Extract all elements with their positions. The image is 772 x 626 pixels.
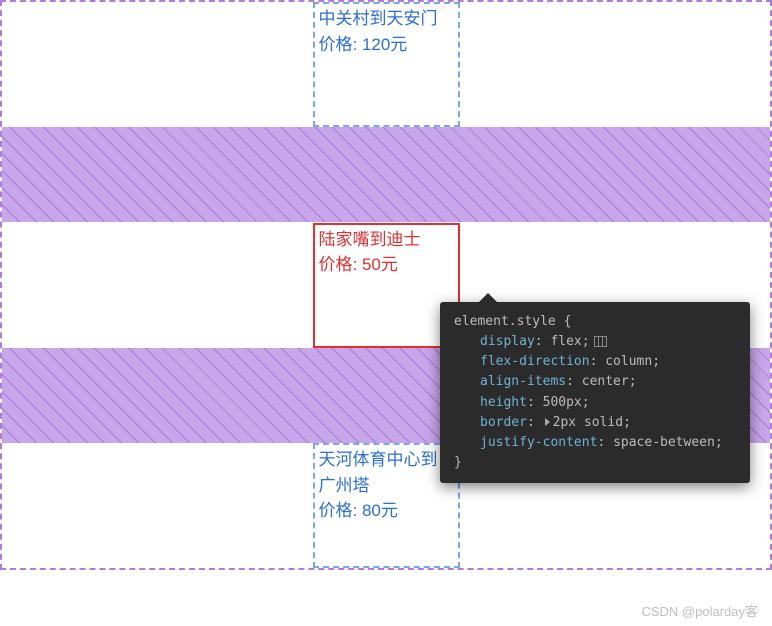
- css-colon: :: [527, 395, 543, 410]
- css-colon: :: [597, 435, 613, 450]
- brace-close: }: [454, 455, 462, 470]
- css-property: border: [480, 415, 527, 430]
- card-price-text: 价格: 80元: [319, 498, 454, 524]
- flex-container[interactable]: 中关村到天安门 价格: 120元 陆家嘴到迪士 价格: 50元 天河体育中心到广…: [0, 0, 772, 570]
- css-value: column: [605, 354, 652, 369]
- css-property: align-items: [480, 374, 566, 389]
- route-card-selected[interactable]: 陆家嘴到迪士 价格: 50元: [313, 223, 460, 348]
- css-semicolon: ;: [652, 354, 660, 369]
- css-property: display: [480, 334, 535, 349]
- css-property: height: [480, 395, 527, 410]
- css-value: space-between: [613, 435, 715, 450]
- css-semicolon: ;: [623, 415, 631, 430]
- css-property: flex-direction: [480, 354, 590, 369]
- flex-gap-highlight: [2, 127, 770, 222]
- css-colon: :: [590, 354, 606, 369]
- route-card[interactable]: 天河体育中心到广州塔 价格: 80元: [313, 443, 460, 568]
- css-declaration[interactable]: display: flex;: [454, 332, 736, 352]
- css-declaration[interactable]: justify-content: space-between;: [454, 433, 736, 453]
- css-value: flex: [550, 334, 581, 349]
- css-colon: :: [566, 374, 582, 389]
- card-price-text: 价格: 120元: [319, 32, 454, 58]
- css-colon: :: [535, 334, 551, 349]
- css-property: justify-content: [480, 435, 597, 450]
- css-selector: element.style: [454, 314, 556, 329]
- css-declaration[interactable]: align-items: center;: [454, 372, 736, 392]
- card-route-text: 中关村到天安门: [319, 6, 454, 32]
- css-declaration[interactable]: border: 2px solid;: [454, 413, 736, 433]
- card-route-text: 陆家嘴到迪士: [319, 227, 454, 253]
- devtools-styles-tooltip[interactable]: element.style { display: flex;flex-direc…: [440, 302, 750, 483]
- css-semicolon: ;: [715, 435, 723, 450]
- expand-triangle-icon[interactable]: [545, 418, 550, 426]
- css-declaration[interactable]: flex-direction: column;: [454, 352, 736, 372]
- css-value: 500px: [543, 395, 582, 410]
- css-value: center: [582, 374, 629, 389]
- card-price-text: 价格: 50元: [319, 252, 454, 278]
- brace-open: {: [564, 314, 572, 329]
- route-card[interactable]: 中关村到天安门 价格: 120元: [313, 2, 460, 127]
- css-semicolon: ;: [629, 374, 637, 389]
- css-semicolon: ;: [582, 395, 590, 410]
- css-semicolon: ;: [582, 334, 590, 349]
- watermark: CSDN @polarday客: [641, 601, 758, 620]
- card-route-text: 天河体育中心到广州塔: [319, 447, 454, 498]
- css-colon: :: [527, 415, 543, 430]
- css-declaration[interactable]: height: 500px;: [454, 393, 736, 413]
- css-value: 2px solid: [553, 415, 623, 430]
- flex-badge-icon[interactable]: [594, 336, 607, 347]
